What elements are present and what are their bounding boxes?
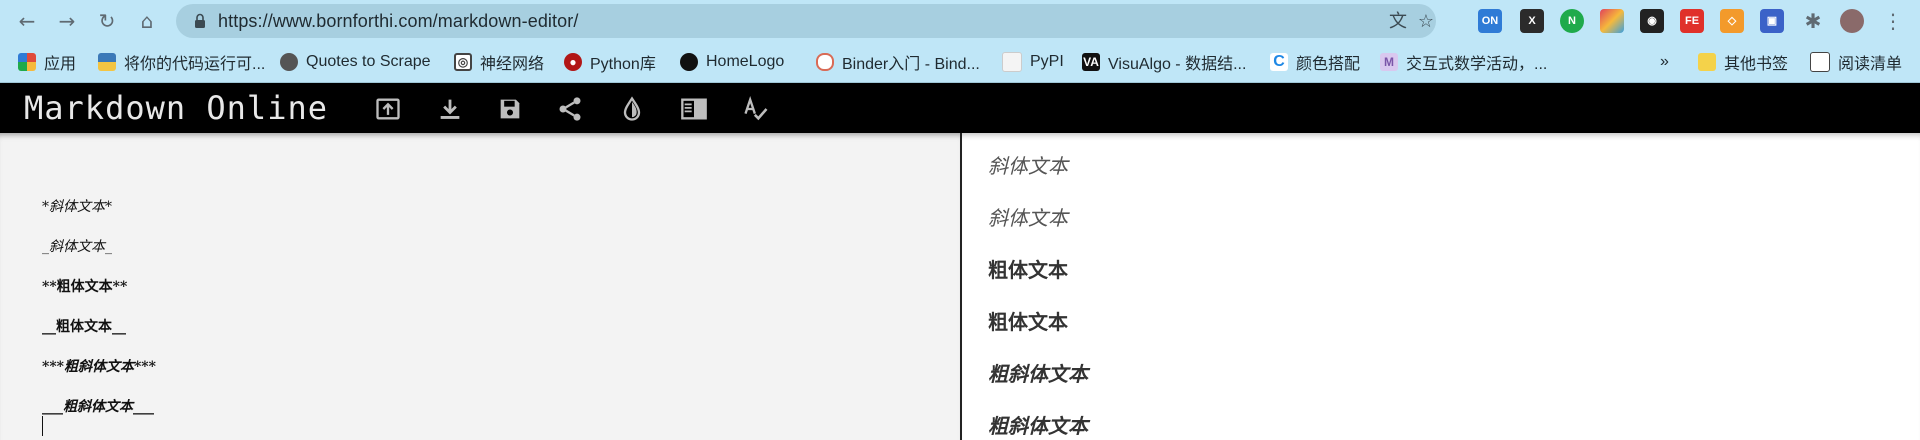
editor-line[interactable]: ___粗斜体文本___ — [42, 396, 154, 416]
text-caret — [42, 416, 43, 436]
cube-icon — [1002, 52, 1022, 72]
editor-line[interactable]: _斜体文本_ — [42, 236, 112, 256]
preview-bold-italic-text: 粗斜体文本 — [988, 414, 1088, 438]
bookmark-binder[interactable]: Binder入门 - Bind... — [816, 50, 980, 74]
bookmark-python-run[interactable]: 将你的代码运行可... — [98, 50, 265, 74]
bookmark-python-lib[interactable]: ● Python库 — [564, 50, 656, 74]
bookmark-label: 应用 — [44, 56, 77, 73]
spellcheck-icon[interactable] — [742, 95, 770, 123]
contrast-icon[interactable] — [618, 95, 646, 123]
back-icon[interactable]: ← — [14, 8, 40, 34]
preview-bold-text: 粗体文本 — [988, 310, 1068, 334]
bookmark-label: HomeLogo — [706, 53, 785, 70]
c-icon: C — [1270, 53, 1288, 71]
preview-italic-text: 斜体文本 — [988, 154, 1068, 178]
github-icon — [680, 53, 698, 71]
editor-line[interactable]: ***粗斜体文本*** — [42, 356, 156, 376]
bookmark-quotes[interactable]: Quotes to Scrape — [280, 50, 431, 74]
reload-icon[interactable]: ↻ — [94, 8, 120, 34]
binder-icon — [816, 53, 834, 71]
on-extension-icon[interactable]: ON — [1478, 9, 1502, 33]
bookmark-colors[interactable]: C 颜色搭配 — [1270, 50, 1360, 74]
forward-icon[interactable]: → — [54, 8, 80, 34]
bookmark-label: 将你的代码运行可... — [124, 56, 266, 73]
menu-kebab-icon[interactable]: ⋮ — [1880, 8, 1906, 34]
bookmark-label: PyPI — [1030, 53, 1064, 70]
reading-list-icon — [1810, 52, 1830, 72]
app-title: Markdown Online — [24, 89, 328, 127]
bookmarks-bar: 应用 将你的代码运行可... Quotes to Scrape ◎ 神经网络 ●… — [0, 42, 1920, 83]
editor-line[interactable]: __粗体文本__ — [42, 316, 126, 336]
overflow-chevron-icon: » — [1660, 53, 1669, 70]
avatar[interactable] — [1840, 9, 1864, 33]
editor-line[interactable]: *斜体文本* — [42, 196, 112, 216]
home-icon[interactable]: ⌂ — [134, 8, 160, 34]
markdown-editor[interactable] — [0, 133, 960, 440]
save-extension-icon[interactable]: ▣ — [1760, 9, 1784, 33]
math-icon: M — [1380, 53, 1398, 71]
bookmark-visualgo[interactable]: VA VisuAlgo - 数据结... — [1082, 50, 1246, 74]
bookmark-homelogo[interactable]: HomeLogo — [680, 50, 784, 74]
bookmark-pypi[interactable]: PyPI — [1002, 50, 1064, 74]
bookmark-label: 阅读清单 — [1838, 56, 1903, 73]
editor-line[interactable]: **粗体文本** — [42, 276, 127, 296]
bookmark-label: 神经网络 — [480, 56, 545, 73]
download-icon[interactable] — [436, 95, 464, 123]
n-extension-icon[interactable]: N — [1560, 9, 1584, 33]
bookmark-label: VisuAlgo - 数据结... — [1108, 56, 1247, 73]
bookmarks-overflow-button[interactable]: » — [1660, 50, 1669, 74]
bookmark-label: 交互式数学活动，... — [1406, 56, 1548, 73]
url-text[interactable]: https://www.bornforthi.com/markdown-edit… — [218, 11, 578, 32]
fe-extension-icon[interactable]: FE — [1680, 9, 1704, 33]
preview-italic-text: 斜体文本 — [988, 206, 1068, 230]
x-extension-icon[interactable]: X — [1520, 9, 1544, 33]
app-header: Markdown Online — [0, 83, 1920, 133]
translate-icon[interactable]: 文 — [1388, 12, 1408, 32]
bookmark-label: 颜色搭配 — [1296, 56, 1361, 73]
python-red-icon: ● — [564, 53, 582, 71]
preview-toggle-icon[interactable] — [680, 95, 708, 123]
folder-icon — [1698, 53, 1716, 71]
bookmark-apps[interactable]: 应用 — [18, 50, 76, 74]
lock-icon — [195, 13, 205, 28]
mask-extension-icon[interactable]: ◉ — [1640, 9, 1664, 33]
bookmark-neural[interactable]: ◎ 神经网络 — [454, 50, 544, 74]
browser-toolbar: ← → ↻ ⌂ https://www.bornforthi.com/markd… — [0, 0, 1920, 42]
globe-icon — [280, 53, 298, 71]
apps-grid-icon — [18, 53, 36, 71]
share-icon[interactable] — [556, 95, 584, 123]
python-icon — [98, 53, 116, 71]
reading-list[interactable]: 阅读清单 — [1810, 50, 1902, 74]
spiral-icon: ◎ — [454, 53, 472, 71]
markdown-preview — [962, 133, 1920, 440]
preview-bold-text: 粗体文本 — [988, 258, 1068, 282]
puzzle-icon[interactable]: ✱ — [1800, 8, 1826, 34]
grid-extension-icon[interactable] — [1600, 9, 1624, 33]
open-file-icon[interactable] — [374, 95, 402, 123]
address-bar[interactable]: https://www.bornforthi.com/markdown-edit… — [176, 4, 1436, 38]
bookmark-star-icon[interactable]: ☆ — [1416, 12, 1436, 32]
bookmark-label: 其他书签 — [1724, 56, 1789, 73]
bookmark-label: Quotes to Scrape — [306, 53, 431, 70]
bookmark-label: Binder入门 - Bind... — [842, 56, 980, 73]
preview-bold-italic-text: 粗斜体文本 — [988, 362, 1088, 386]
bookmark-label: Python库 — [590, 56, 656, 73]
cube-extension-icon[interactable]: ◇ — [1720, 9, 1744, 33]
other-bookmarks-folder[interactable]: 其他书签 — [1698, 50, 1788, 74]
bookmark-math[interactable]: M 交互式数学活动，... — [1380, 50, 1547, 74]
visualgo-icon: VA — [1082, 53, 1100, 71]
save-icon[interactable] — [496, 95, 524, 123]
